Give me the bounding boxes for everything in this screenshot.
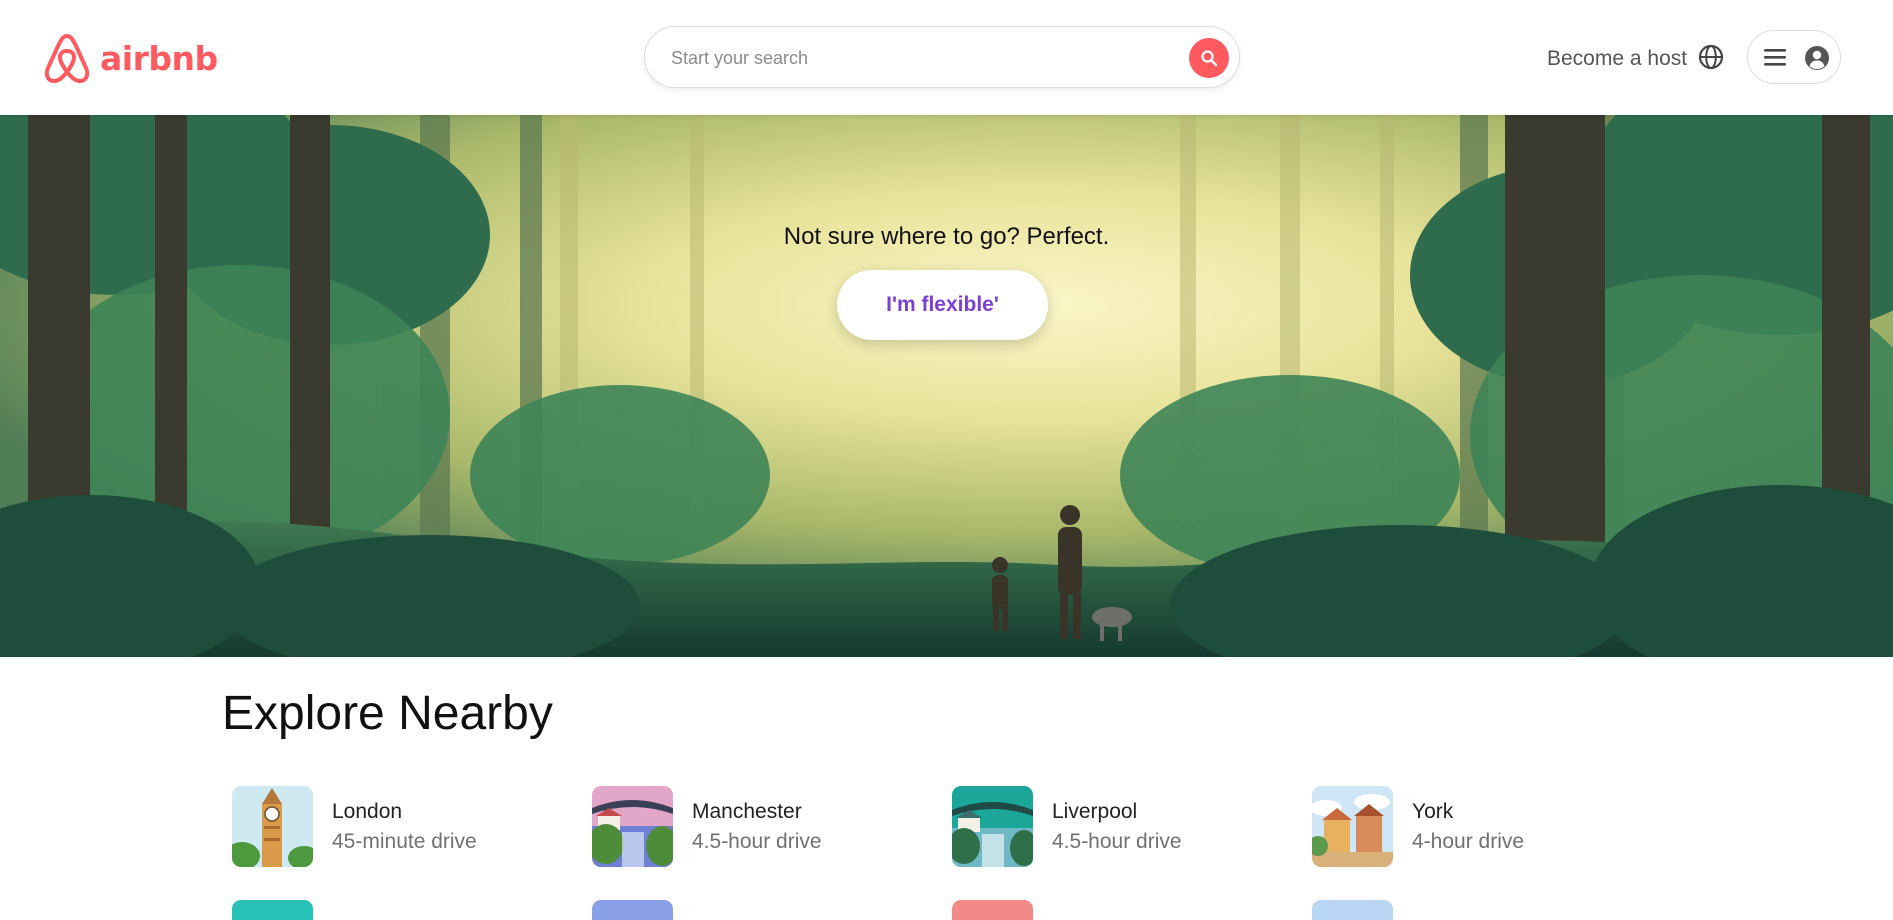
search-bar[interactable] (644, 26, 1240, 88)
user-avatar-icon (1805, 46, 1829, 70)
place-distance: 4-hour drive (1412, 830, 1525, 853)
explore-thumb-row2-1[interactable] (232, 900, 313, 920)
airbnb-logo[interactable]: airbnb (42, 32, 218, 84)
place-distance: 45-minute drive (332, 830, 477, 853)
globe-icon (1698, 44, 1724, 70)
place-name: London (332, 800, 403, 823)
logo-wordmark: airbnb (100, 38, 218, 78)
search-input[interactable] (669, 37, 1153, 79)
hamburger-menu-icon (1764, 49, 1786, 66)
section-title-explore-nearby: Explore Nearby (222, 687, 553, 740)
place-distance: 4.5-hour drive (692, 830, 822, 853)
explore-thumb-row2-4[interactable] (1312, 900, 1393, 920)
hero-banner: Not sure where to go? Perfect. I'm flexi… (0, 115, 1893, 657)
place-name: York (1412, 800, 1454, 823)
airbnb-logo-icon (44, 34, 90, 83)
place-distance: 4.5-hour drive (1052, 830, 1182, 853)
explore-item-london[interactable]: London 45-minute drive (232, 786, 532, 868)
search-icon (1201, 50, 1218, 67)
explore-item-york[interactable]: York 4-hour drive (1312, 786, 1612, 868)
explore-item-manchester[interactable]: Manchester 4.5-hour drive (592, 786, 892, 868)
bridge-thumb (952, 786, 1033, 867)
town-thumb (1312, 786, 1393, 867)
bridge-thumb (592, 786, 673, 867)
become-host-link[interactable]: Become a host (1547, 47, 1687, 71)
flexible-button[interactable]: I'm flexible' (837, 270, 1048, 340)
place-name: Liverpool (1052, 800, 1138, 823)
forest-illustration (0, 115, 1893, 657)
hero-tagline: Not sure where to go? Perfect. (783, 223, 1110, 250)
explore-item-liverpool[interactable]: Liverpool 4.5-hour drive (952, 786, 1252, 868)
top-nav-bar: airbnb Become a host (0, 0, 1893, 115)
explore-thumb-row2-3[interactable] (952, 900, 1033, 920)
search-button[interactable] (1189, 38, 1229, 78)
big-ben-thumb (232, 786, 313, 867)
language-button[interactable] (1698, 44, 1724, 75)
explore-thumb-row2-2[interactable] (592, 900, 673, 920)
place-name: Manchester (692, 800, 802, 823)
user-menu-button[interactable] (1747, 30, 1841, 84)
